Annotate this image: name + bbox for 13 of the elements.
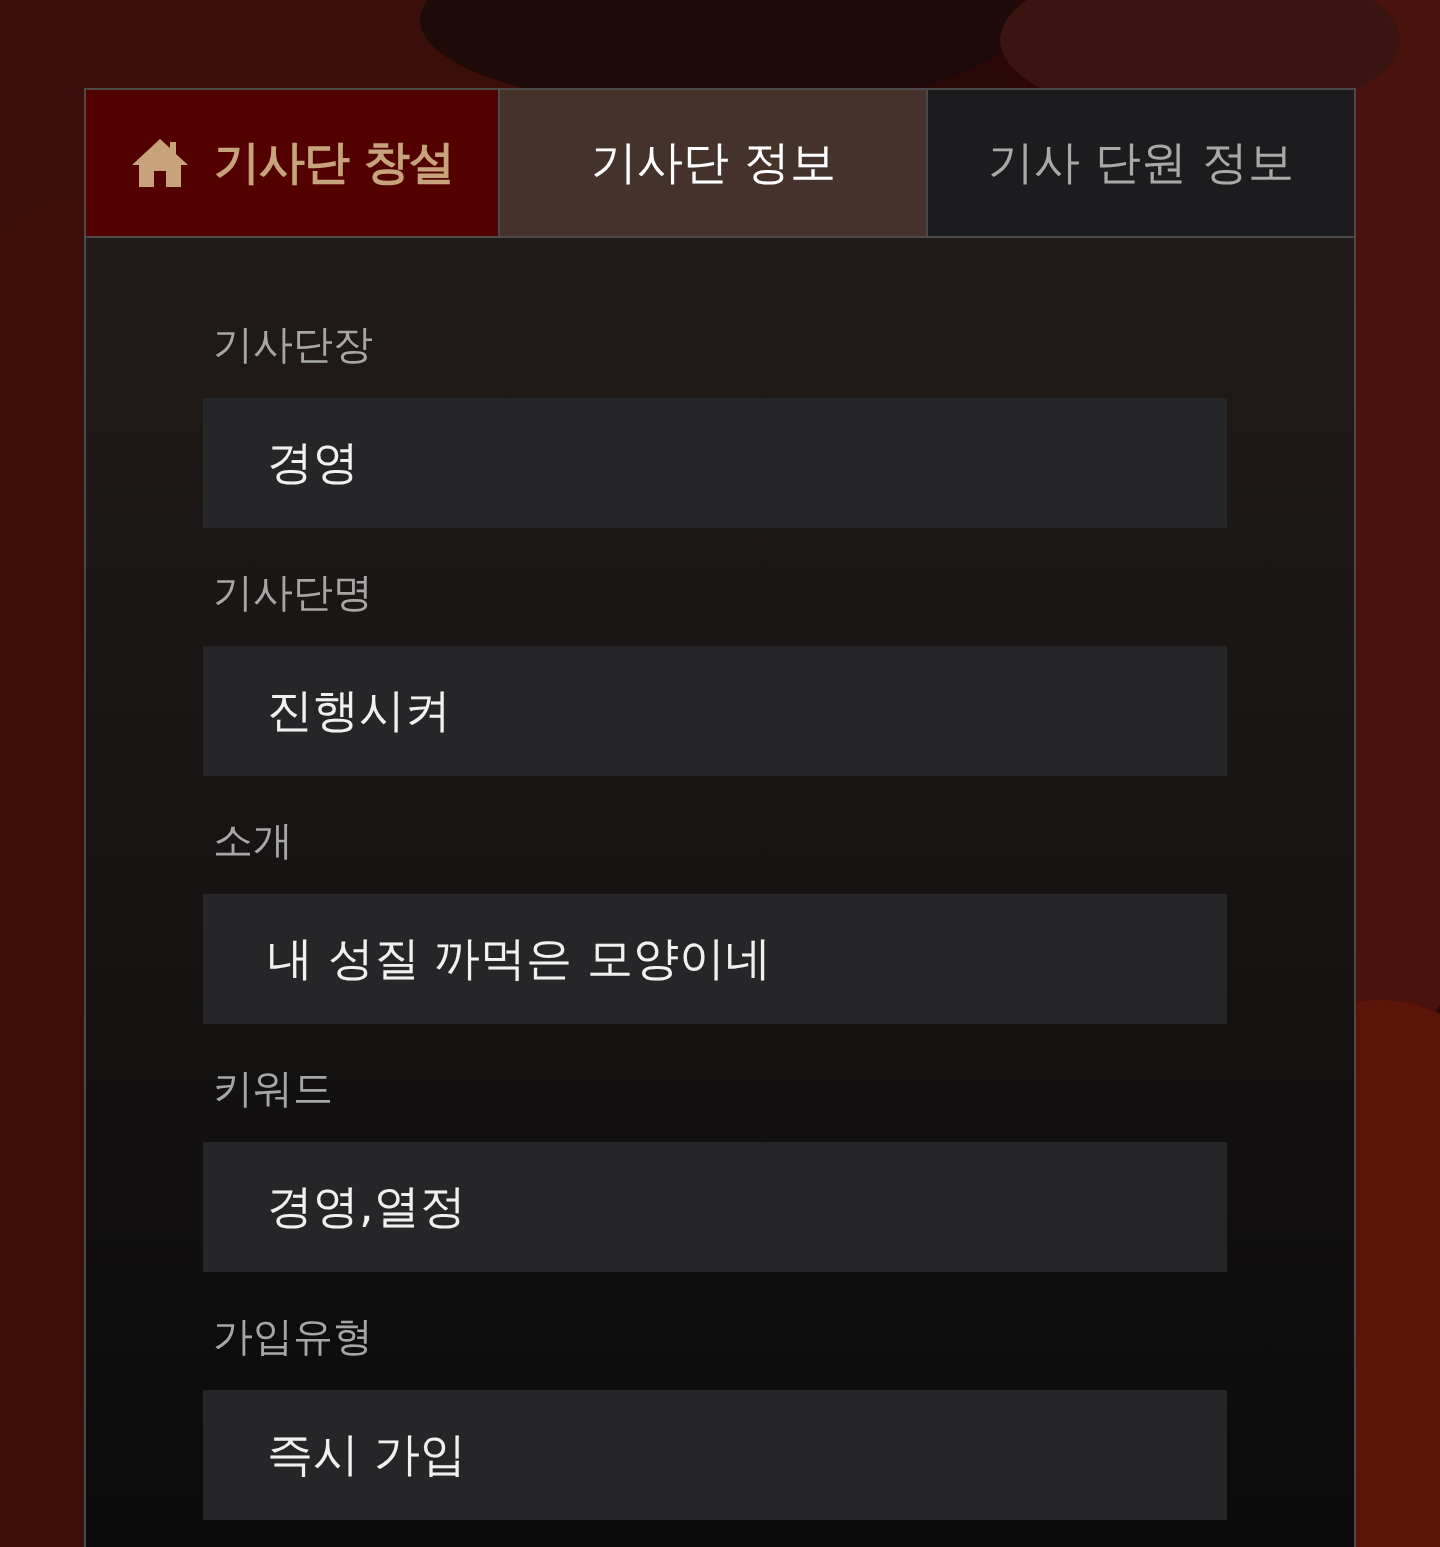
input-field[interactable]: 즉시 가입 [203, 1390, 1227, 1520]
create-button[interactable]: 기사단 창설 [86, 90, 499, 236]
field-label: 기사단장 [213, 320, 373, 369]
field-label: 가입유형 [213, 1312, 373, 1361]
tab[interactable]: 기사단 정보 [498, 90, 927, 236]
field-label: 키워드 [213, 1064, 333, 1113]
input-field[interactable]: 내 성질 까먹은 모양이네 [203, 894, 1227, 1024]
field-label: 기사단명 [213, 568, 373, 617]
input-field[interactable]: 경영 [203, 398, 1227, 528]
input-field[interactable]: 진행시켜 [203, 646, 1227, 776]
field-label: 소개 [213, 816, 293, 865]
tab[interactable]: 기사 단원 정보 [926, 90, 1354, 236]
input-field[interactable]: 경영,열정 [203, 1142, 1227, 1272]
